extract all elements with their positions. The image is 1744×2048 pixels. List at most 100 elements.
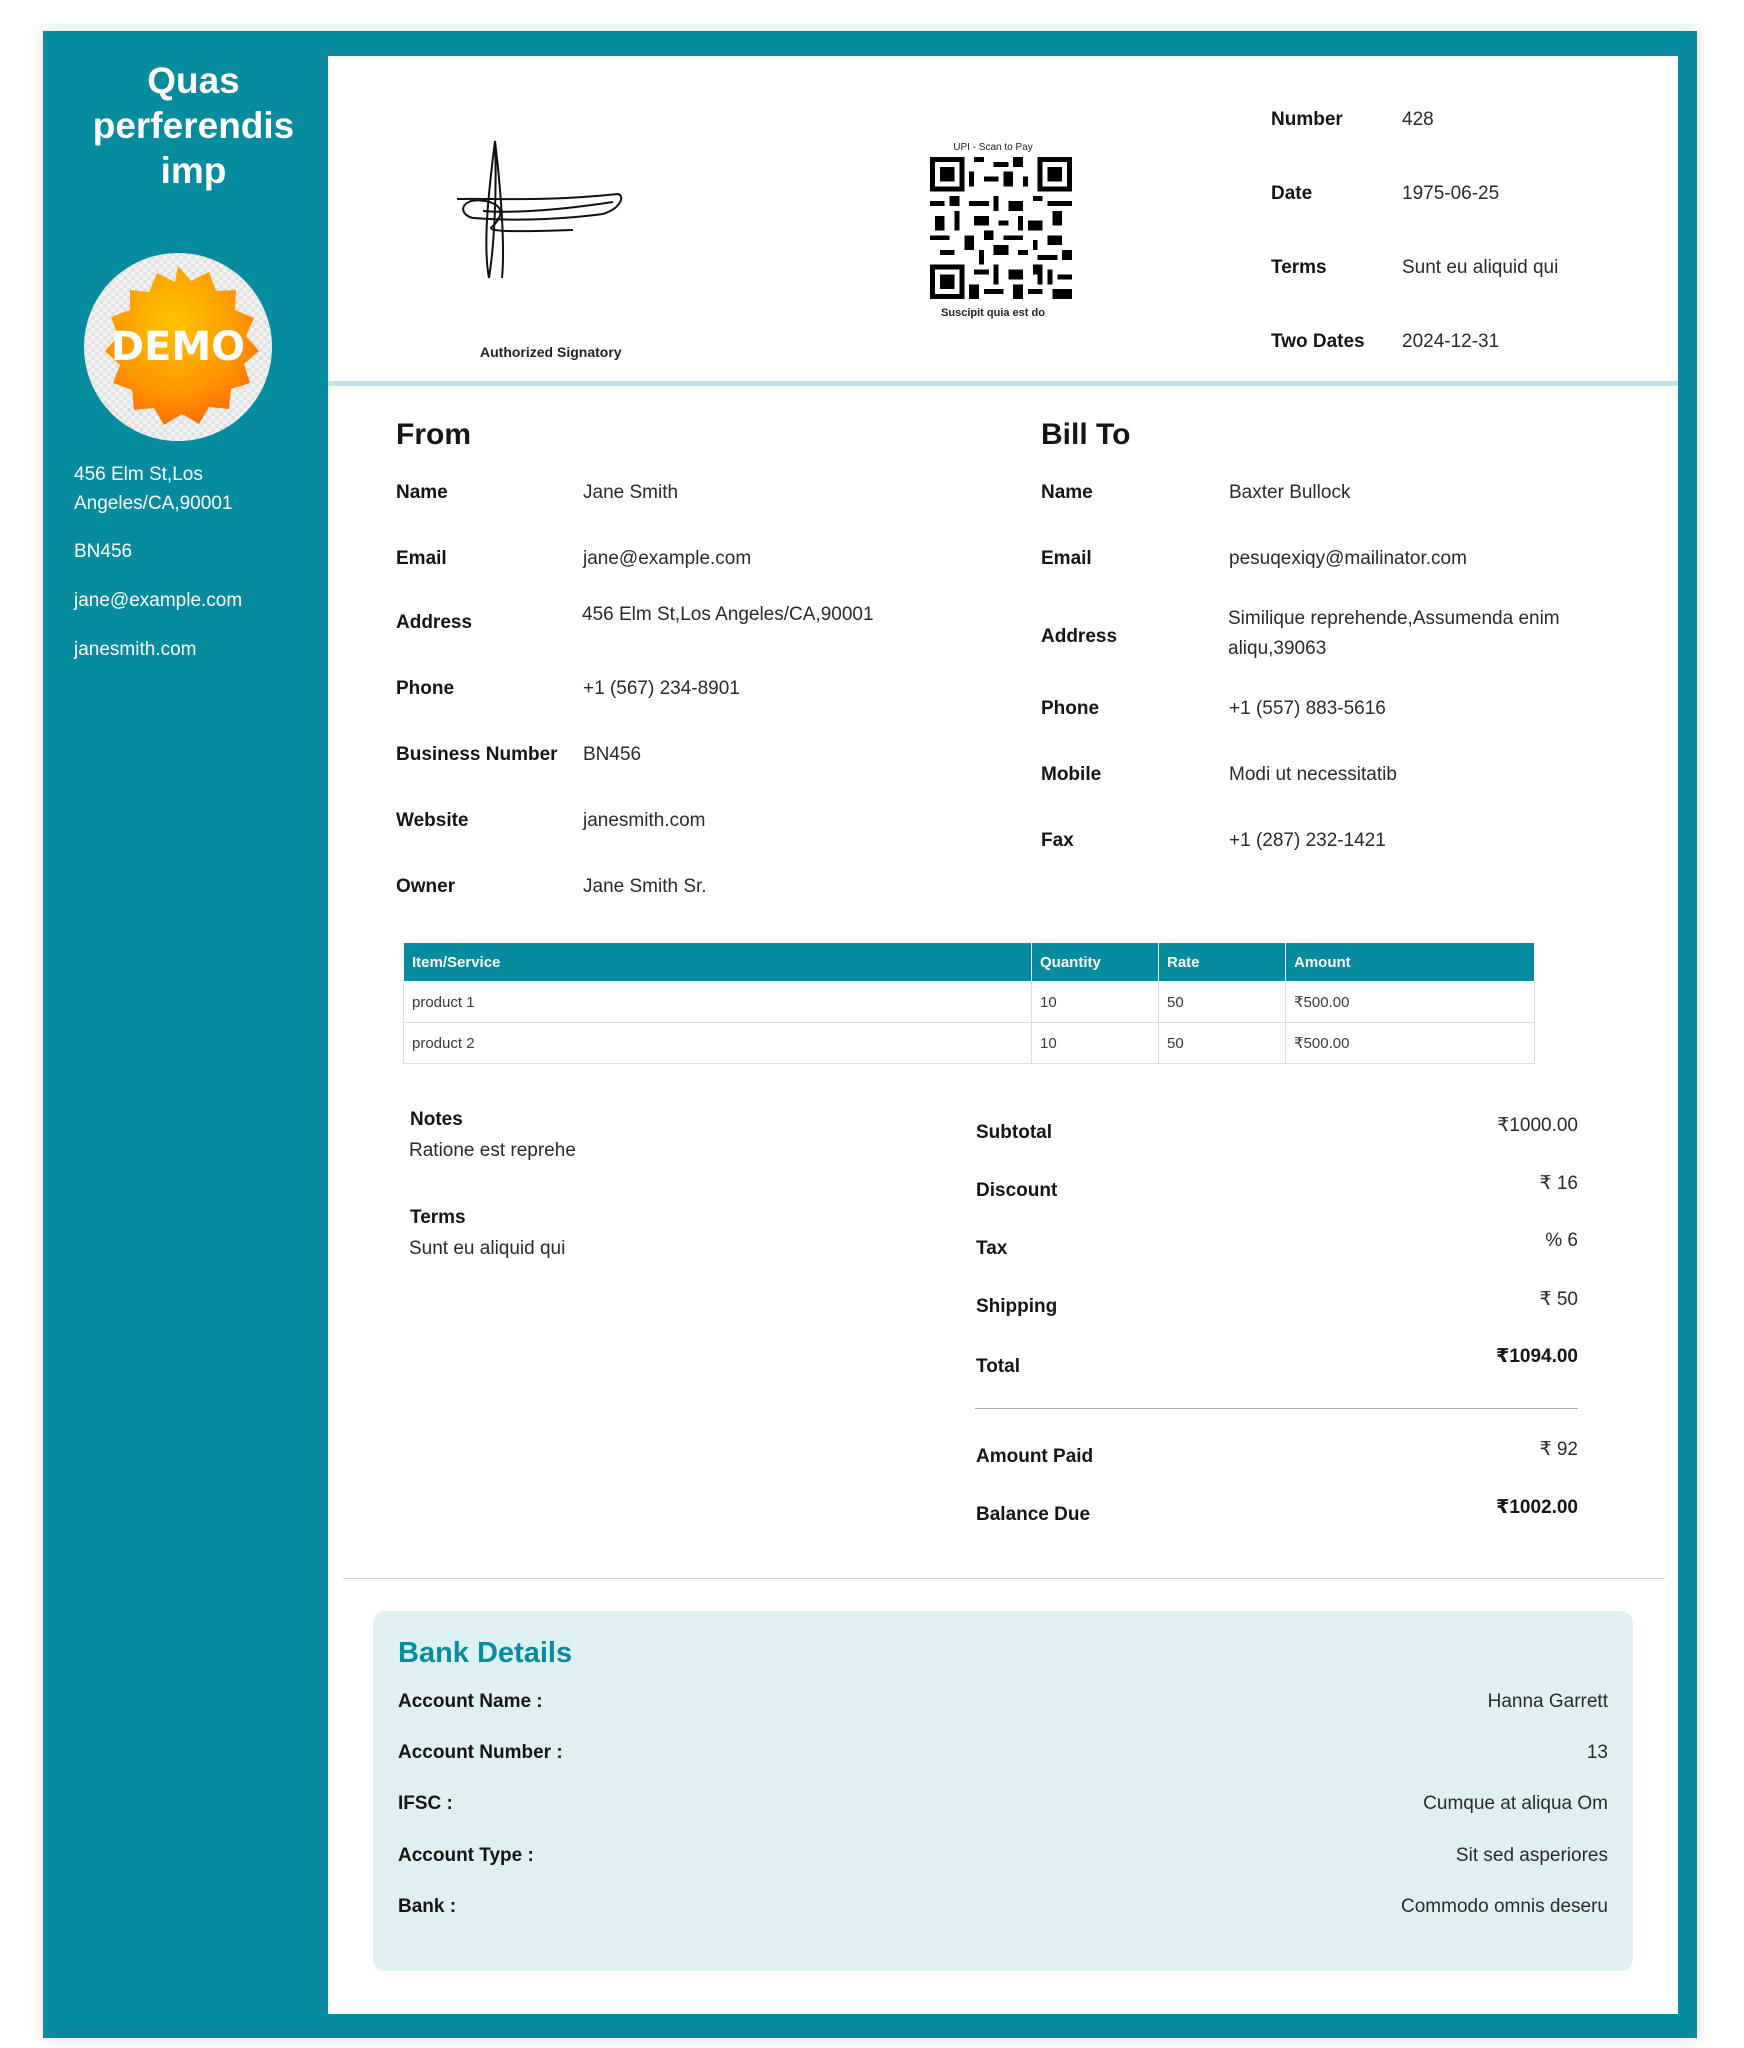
amount-paid-label: Amount Paid <box>976 1446 1094 1467</box>
from-name-value: Jane Smith <box>583 482 679 503</box>
bank-name-value: Commodo omnis deseru <box>1401 1896 1608 1917</box>
subtotal-label: Subtotal <box>976 1122 1052 1143</box>
bill-to-fax-label: Fax <box>1041 830 1074 851</box>
discount-value: ₹ 16 <box>1539 1173 1578 1194</box>
meta-terms-label: Terms <box>1271 257 1327 278</box>
bank-details-title: Bank Details <box>398 1637 573 1669</box>
invoice-main: Authorized Signatory UPI - Scan to Pay S… <box>328 56 1678 2014</box>
sidebar-website[interactable]: janesmith.com <box>74 635 319 664</box>
from-website-label: Website <box>396 810 469 831</box>
table-row: product 1 10 50 ₹500.00 <box>403 981 1535 1023</box>
sidebar-business-number: BN456 <box>74 541 133 562</box>
from-name-label: Name <box>396 482 448 503</box>
bill-to-address-value: Similique reprehende,Assumenda enim aliq… <box>1228 608 1560 659</box>
notes-value: Ratione est reprehe <box>409 1140 576 1161</box>
shipping-label: Shipping <box>976 1296 1058 1317</box>
bill-to-mobile-label: Mobile <box>1041 764 1102 785</box>
from-owner-value: Jane Smith Sr. <box>583 876 707 897</box>
bank-ifsc-label: IFSC : <box>398 1793 453 1814</box>
qr-bottom-text: Suscipit quia est do <box>941 307 1045 319</box>
col-amount: Amount <box>1285 942 1535 982</box>
from-owner-label: Owner <box>396 876 456 897</box>
demo-badge-logo: DEMO <box>84 253 272 441</box>
subtotal-value: ₹1000.00 <box>1497 1115 1578 1136</box>
items-table: Item/Service Quantity Rate Amount produc… <box>403 942 1535 1064</box>
bill-to-address-label: Address <box>1041 626 1118 647</box>
bank-account-name-label: Account Name : <box>398 1691 543 1712</box>
amount-paid-value: ₹ 92 <box>1539 1439 1578 1460</box>
from-address-label: Address <box>396 612 473 633</box>
from-phone-label: Phone <box>396 678 455 699</box>
bank-account-type-row: Account Type : Sit sed asperiores <box>398 1845 1608 1875</box>
item-quantity: 10 <box>1031 1022 1159 1064</box>
item-name: product 1 <box>403 981 1032 1023</box>
balance-due-label: Balance Due <box>976 1504 1091 1525</box>
bank-account-type-label: Account Type : <box>398 1845 534 1866</box>
notes-label: Notes <box>410 1109 463 1130</box>
bill-to-heading: Bill To <box>1041 418 1131 451</box>
meta-date-label: Date <box>1271 183 1313 204</box>
sidebar-address: 456 Elm St,Los Angeles/CA,90001 <box>74 464 233 514</box>
item-amount: ₹500.00 <box>1285 1022 1535 1064</box>
bill-to-name-label: Name <box>1041 482 1093 503</box>
bank-account-name-value: Hanna Garrett <box>1487 1691 1608 1712</box>
from-email-value[interactable]: jane@example.com <box>583 548 751 570</box>
table-row: product 2 10 50 ₹500.00 <box>403 1022 1535 1064</box>
header-divider <box>328 381 1678 386</box>
tax-label: Tax <box>976 1238 1008 1259</box>
bank-account-number-value: 13 <box>1586 1742 1608 1763</box>
from-heading: From <box>396 418 471 451</box>
from-website-value[interactable]: janesmith.com <box>583 810 706 832</box>
signature-image <box>456 140 623 279</box>
meta-number-label: Number <box>1271 109 1343 130</box>
from-email-label: Email <box>396 548 447 569</box>
discount-label: Discount <box>976 1180 1058 1201</box>
bill-to-phone-label: Phone <box>1041 698 1100 719</box>
item-name: product 2 <box>403 1022 1032 1064</box>
bank-name-row: Bank : Commodo omnis deseru <box>398 1896 1608 1926</box>
bill-to-phone-value: +1 (557) 883-5616 <box>1229 698 1386 719</box>
item-rate: 50 <box>1158 981 1286 1023</box>
meta-date-value: 1975-06-25 <box>1402 183 1500 204</box>
from-phone-value: +1 (567) 234-8901 <box>583 678 740 699</box>
bank-section-divider <box>343 1578 1665 1579</box>
bank-ifsc-row: IFSC : Cumque at aliqua Om <box>398 1793 1608 1823</box>
bill-to-email-value[interactable]: pesuqexiqy@mailinator.com <box>1229 548 1467 570</box>
from-business-number-label: Business Number <box>396 744 558 765</box>
items-header-row: Item/Service Quantity Rate Amount <box>403 942 1535 982</box>
bill-to-mobile-value: Modi ut necessitatib <box>1229 764 1397 785</box>
qr-top-text: UPI - Scan to Pay <box>953 142 1033 153</box>
bank-details-panel: Bank Details Account Name : Hanna Garret… <box>373 1611 1633 1971</box>
tax-value: % 6 <box>1545 1230 1578 1251</box>
meta-two-dates-value: 2024-12-31 <box>1402 331 1500 352</box>
total-label: Total <box>976 1356 1020 1377</box>
bank-account-type-value: Sit sed asperiores <box>1455 1845 1608 1866</box>
bill-to-name-value: Baxter Bullock <box>1229 482 1351 503</box>
signature-caption: Authorized Signatory <box>480 344 622 360</box>
item-quantity: 10 <box>1031 981 1159 1023</box>
meta-two-dates-label: Two Dates <box>1271 331 1365 352</box>
shipping-value: ₹ 50 <box>1539 1289 1578 1310</box>
bank-ifsc-value: Cumque at aliqua Om <box>1423 1793 1608 1814</box>
bank-account-number-row: Account Number : 13 <box>398 1742 1608 1772</box>
item-amount: ₹500.00 <box>1285 981 1535 1023</box>
balance-due-value: ₹1002.00 <box>1496 1497 1578 1518</box>
totals-divider <box>975 1408 1578 1409</box>
upi-qr-code[interactable] <box>930 157 1072 299</box>
from-address-value: 456 Elm St,Los Angeles/CA,90001 <box>582 604 874 625</box>
bank-account-number-label: Account Number : <box>398 1742 563 1763</box>
sidebar: Quas perferendis imp DEMO 456 Elm St,Los… <box>59 56 328 2014</box>
sidebar-email[interactable]: jane@example.com <box>74 586 319 615</box>
item-rate: 50 <box>1158 1022 1286 1064</box>
terms-label: Terms <box>410 1207 466 1228</box>
bill-to-email-label: Email <box>1041 548 1092 569</box>
company-name: Quas perferendis imp <box>92 60 295 191</box>
logo-text: DEMO <box>111 324 245 370</box>
total-value: ₹1094.00 <box>1496 1346 1578 1367</box>
from-business-number-value: BN456 <box>583 744 642 765</box>
meta-number-value: 428 <box>1402 109 1434 130</box>
col-item-service: Item/Service <box>403 942 1032 982</box>
meta-terms-value: Sunt eu aliquid qui <box>1402 257 1559 278</box>
col-rate: Rate <box>1158 942 1286 982</box>
col-quantity: Quantity <box>1031 942 1159 982</box>
